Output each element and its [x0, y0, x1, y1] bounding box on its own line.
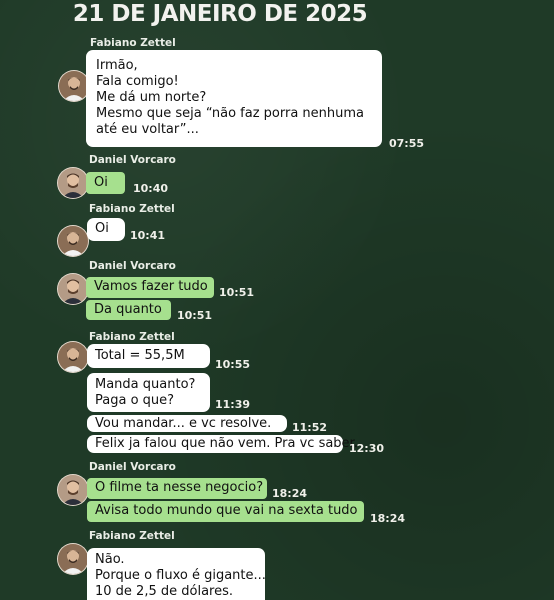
message-bubble[interactable]: Felix ja falou que não vem. Pra vc saber… — [87, 435, 358, 453]
avatar-fabiano-icon[interactable] — [57, 225, 89, 257]
message-bubble[interactable]: Não. Porque o fluxo é gigante... 10 de 2… — [87, 548, 266, 600]
sender-name: Daniel Vorcaro — [89, 260, 176, 272]
message-bubble[interactable]: Vamos fazer tudo — [86, 277, 214, 298]
message-time: 18:24 — [370, 512, 406, 525]
message-time: 10:51 — [219, 286, 255, 299]
sender-name: Fabiano Zettel — [89, 203, 175, 215]
message-time: 10:55 — [215, 358, 251, 371]
message-bubble[interactable]: Total = 55,5M — [87, 344, 210, 368]
message-bubble[interactable]: Avisa todo mundo que vai na sexta tudo — [87, 501, 364, 522]
date-title: 21 DE JANEIRO DE 2025 — [72, 1, 368, 27]
message-bubble[interactable]: Oi — [87, 218, 125, 241]
avatar-daniel-icon[interactable] — [57, 273, 89, 305]
message-bubble[interactable]: Manda quanto? Paga o que? — [87, 373, 210, 412]
message-time: 10:51 — [177, 309, 213, 322]
message-time: 12:30 — [349, 442, 385, 455]
avatar-fabiano-icon[interactable] — [57, 543, 89, 575]
avatar-daniel-icon[interactable] — [57, 167, 89, 199]
sender-name: Fabiano Zettel — [89, 331, 175, 343]
message-time: 10:41 — [130, 229, 166, 242]
sender-name: Fabiano Zettel — [90, 37, 176, 49]
message-bubble[interactable]: Da quanto — [86, 300, 171, 320]
message-bubble[interactable]: Oi — [86, 172, 125, 194]
avatar-daniel-icon[interactable] — [57, 474, 89, 506]
message-bubble[interactable]: Irmão, Fala comigo! Me dá um norte? Mesm… — [86, 50, 382, 147]
message-time: 10:40 — [133, 182, 169, 195]
sender-name: Daniel Vorcaro — [89, 154, 176, 166]
message-time: 11:39 — [215, 398, 251, 411]
sender-name: Daniel Vorcaro — [89, 461, 176, 473]
avatar-fabiano-icon[interactable] — [57, 341, 89, 373]
message-time: 11:52 — [292, 421, 328, 434]
message-time: 07:55 — [389, 137, 425, 150]
message-bubble[interactable]: Vou mandar... e vc resolve. — [87, 415, 287, 432]
sender-name: Fabiano Zettel — [89, 530, 175, 542]
message-bubble[interactable]: O filme ta nesse negocio? — [87, 478, 267, 499]
message-time: 18:24 — [272, 487, 308, 500]
